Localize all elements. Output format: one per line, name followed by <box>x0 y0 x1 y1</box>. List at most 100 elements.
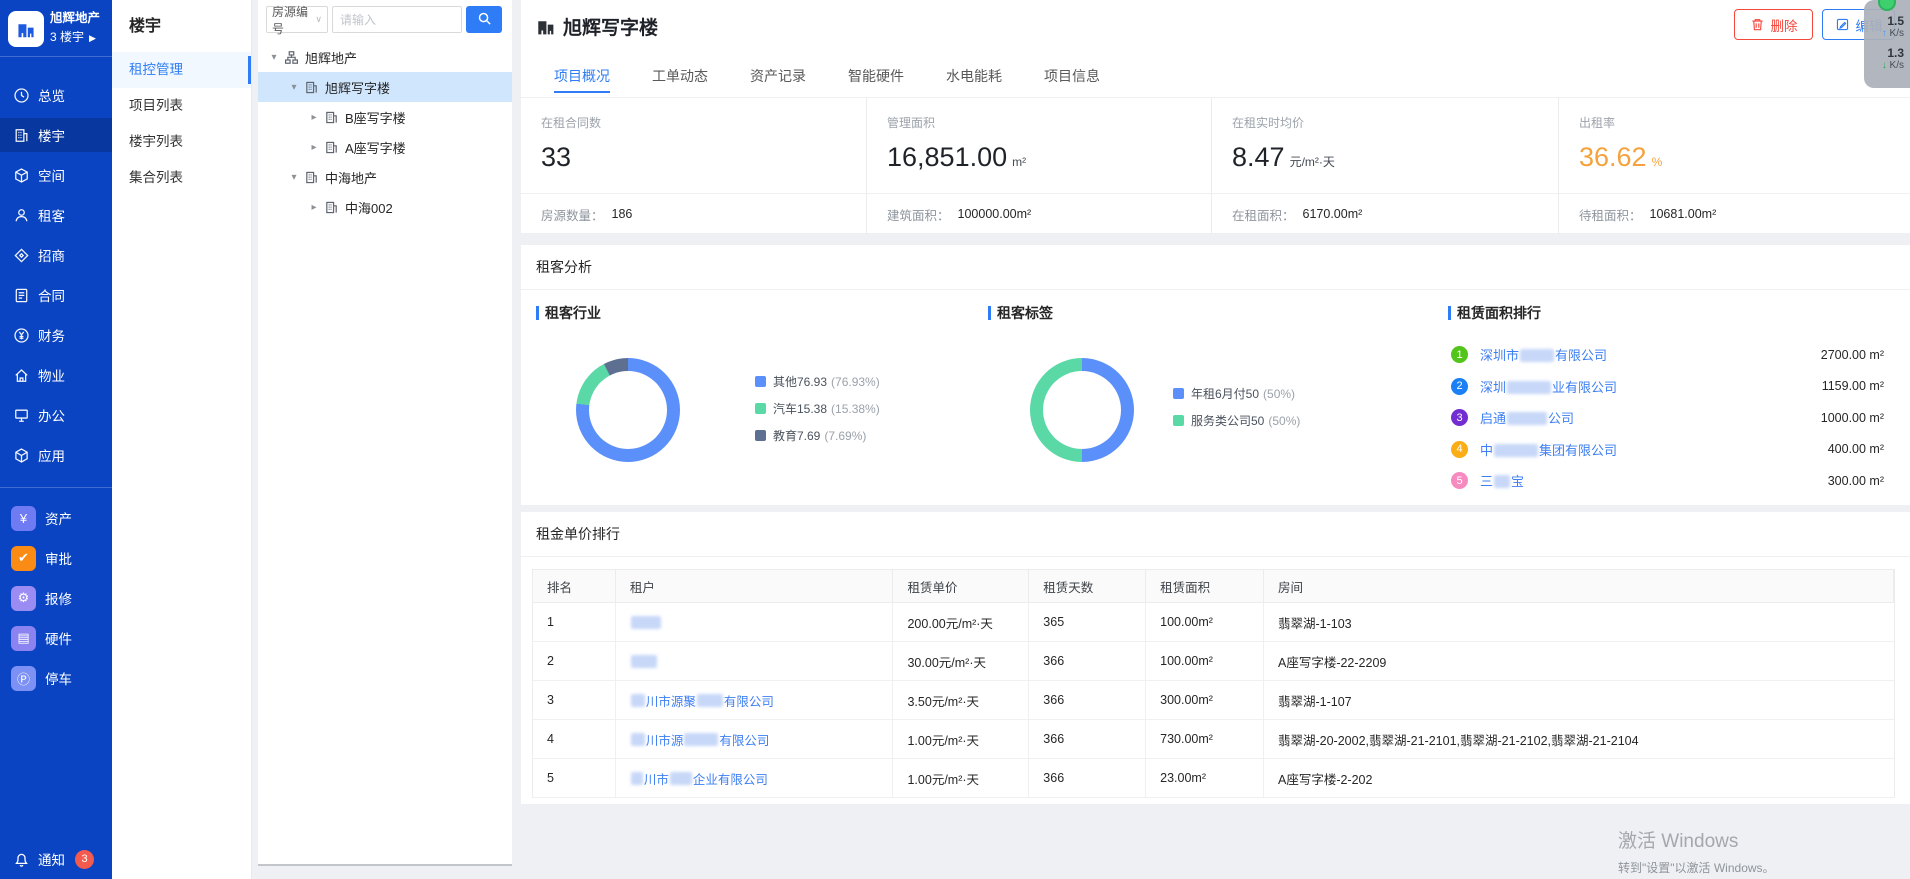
expand-arrow-icon[interactable]: ▶ <box>89 33 96 43</box>
title-accent-bar <box>988 306 991 320</box>
tab-工单动态[interactable]: 工单动态 <box>652 55 708 97</box>
sidebar-item-空间[interactable]: 空间 <box>0 158 112 192</box>
substats-row: 房源数量：186建筑面积：100000.00m²在租面积：6170.00m²待租… <box>521 193 1910 233</box>
legend-item-教育[interactable]: 教育7.69(7.69%) <box>755 427 880 444</box>
stat-管理面积: 管理面积16,851.00m² <box>867 98 1212 193</box>
substat-value: 100000.00m² <box>958 207 1032 221</box>
sidebar-item-总览[interactable]: 总览 <box>0 78 112 112</box>
column-header-房间: 房间 <box>1264 570 1894 603</box>
cell-rank: 4 <box>533 720 616 759</box>
network-speed-widget[interactable]: 1.5 ↑ K/s 1.3 ↓ K/s <box>1864 0 1910 88</box>
cell-tenant[interactable] <box>616 642 894 681</box>
sidebar-item-合同[interactable]: 合同 <box>0 278 112 312</box>
tree-node-中海002[interactable]: ▸中海002 <box>258 192 512 222</box>
cell-tenant[interactable]: 川市源聚有限公司 <box>616 681 894 720</box>
bell-icon <box>13 851 30 868</box>
cell-tenant[interactable]: 川市企业有限公司 <box>616 759 894 798</box>
column-header-租赁面积: 租赁面积 <box>1146 570 1264 603</box>
substat-value: 6170.00m² <box>1303 207 1363 221</box>
sidebar-item-物业[interactable]: 物业 <box>0 358 112 392</box>
cell-tenant[interactable]: 川市源有限公司 <box>616 720 894 759</box>
stat-unit: 元/m²·天 <box>1290 155 1335 169</box>
redacted-text <box>631 616 661 629</box>
app-label: 资产 <box>45 508 72 528</box>
tree-node-A座写字楼[interactable]: ▸A座写字楼 <box>258 132 512 162</box>
sidebar-item-租客[interactable]: 租客 <box>0 198 112 232</box>
sidebar-app-审批[interactable]: ✔审批 <box>0 540 112 576</box>
tree-caret-icon[interactable]: ▸ <box>306 112 322 123</box>
sidebar-app-资产[interactable]: ¥资产 <box>0 500 112 536</box>
substat-房源数量：: 房源数量：186 <box>521 194 867 234</box>
tenant-link[interactable]: 深圳业有限公司 <box>1480 377 1617 396</box>
cell-tenant[interactable] <box>616 603 894 642</box>
org-name: 旭辉地产 <box>50 9 100 28</box>
sidebar-item-招商[interactable]: 招商 <box>0 238 112 272</box>
table-row: 5川市企业有限公司1.00元/m²·天36623.00m²A座写字楼-2-202 <box>533 759 1894 798</box>
submenu-item-楼宇列表[interactable]: 楼宇列表 <box>112 124 251 160</box>
sidebar-item-楼宇[interactable]: 楼宇 <box>0 118 112 152</box>
tree-node-中海地产[interactable]: ▾中海地产 <box>258 162 512 192</box>
legend-item-年租6月付[interactable]: 年租6月付50(50%) <box>1173 385 1300 402</box>
search-type-select[interactable]: 房源编号 ∨ <box>266 6 328 33</box>
sidebar-item-应用[interactable]: 应用 <box>0 438 112 472</box>
tenant-link[interactable]: 三宝 <box>1480 471 1524 490</box>
cell-rooms: A座写字楼-22-2209 <box>1264 642 1894 681</box>
name-text: 宝 <box>1511 474 1524 489</box>
org-switcher[interactable]: 旭辉地产 3 楼宇▶ <box>0 0 112 57</box>
sidebar-item-办公[interactable]: 办公 <box>0 398 112 432</box>
tree-caret-icon[interactable]: ▾ <box>266 52 282 63</box>
tree-node-旭辉地产[interactable]: ▾旭辉地产 <box>258 42 512 72</box>
submenu-item-租控管理[interactable]: 租控管理 <box>112 52 251 88</box>
sidebar-item-label: 办公 <box>38 405 65 425</box>
search-button[interactable] <box>466 6 502 33</box>
tree-caret-icon[interactable]: ▾ <box>286 172 302 183</box>
sidebar-item-notifications[interactable]: 通知 3 <box>0 844 112 874</box>
finance-icon <box>13 327 30 344</box>
area-rank-row: 4中集团有限公司400.00 m² <box>1451 434 1884 466</box>
table-row: 3川市源聚有限公司3.50元/m²·天366300.00m²翡翠湖-1-107 <box>533 681 1894 720</box>
tab-智能硬件[interactable]: 智能硬件 <box>848 55 904 97</box>
sidebar-item-财务[interactable]: 财务 <box>0 318 112 352</box>
redacted-text <box>631 694 645 707</box>
search-type-value: 房源编号 <box>272 3 315 37</box>
name-text: 有限公司 <box>1555 348 1607 363</box>
tab-资产记录[interactable]: 资产记录 <box>750 55 806 97</box>
redacted-text <box>1507 412 1547 425</box>
panel-divider <box>521 289 1910 290</box>
column-header-租赁天数: 租赁天数 <box>1029 570 1146 603</box>
legend-item-其他[interactable]: 其他76.93(76.93%) <box>755 373 880 390</box>
submenu-item-项目列表[interactable]: 项目列表 <box>112 88 251 124</box>
cell-area: 100.00m² <box>1146 642 1264 681</box>
area-rank-row: 5三宝300.00 m² <box>1451 465 1884 497</box>
tags-donut-chart[interactable] <box>1030 358 1134 462</box>
tree-caret-icon[interactable]: ▾ <box>286 82 302 93</box>
redacted-text <box>1494 444 1538 457</box>
tenant-link[interactable]: 启通公司 <box>1480 408 1574 427</box>
submenu-item-集合列表[interactable]: 集合列表 <box>112 160 251 196</box>
legend-item-汽车[interactable]: 汽车15.38(15.38%) <box>755 400 880 417</box>
tab-水电能耗[interactable]: 水电能耗 <box>946 55 1002 97</box>
sidebar-app-报修[interactable]: ⚙报修 <box>0 580 112 616</box>
area-rank-row: 2深圳业有限公司1159.00 m² <box>1451 371 1884 403</box>
name-text: 川市源 <box>646 730 684 749</box>
building-icon <box>324 200 339 215</box>
name-text: 企业有限公司 <box>693 769 768 788</box>
cell-rooms: 翡翠湖-1-103 <box>1264 603 1894 642</box>
delete-button[interactable]: 删除 <box>1734 9 1813 40</box>
industry-donut-chart[interactable] <box>576 358 680 462</box>
tree-caret-icon[interactable]: ▸ <box>306 142 322 153</box>
tab-项目概况[interactable]: 项目概况 <box>554 55 610 97</box>
tree-caret-icon[interactable]: ▸ <box>306 202 322 213</box>
报修-app-icon: ⚙ <box>11 586 36 611</box>
substat-label: 在租面积： <box>1232 205 1295 224</box>
sidebar-app-停车[interactable]: Ⓟ停车 <box>0 660 112 696</box>
legend-item-服务类公司[interactable]: 服务类公司50(50%) <box>1173 412 1300 429</box>
tree-node-旭辉写字楼[interactable]: ▾旭辉写字楼 <box>258 72 512 102</box>
tree-node-B座写字楼[interactable]: ▸B座写字楼 <box>258 102 512 132</box>
tenant-link[interactable]: 深圳市有限公司 <box>1480 345 1607 364</box>
tenant-link[interactable]: 中集团有限公司 <box>1480 440 1617 459</box>
tree-search-input[interactable] <box>332 6 462 33</box>
name-text: 有限公司 <box>724 691 774 710</box>
tab-项目信息[interactable]: 项目信息 <box>1044 55 1100 97</box>
sidebar-app-硬件[interactable]: ▤硬件 <box>0 620 112 656</box>
